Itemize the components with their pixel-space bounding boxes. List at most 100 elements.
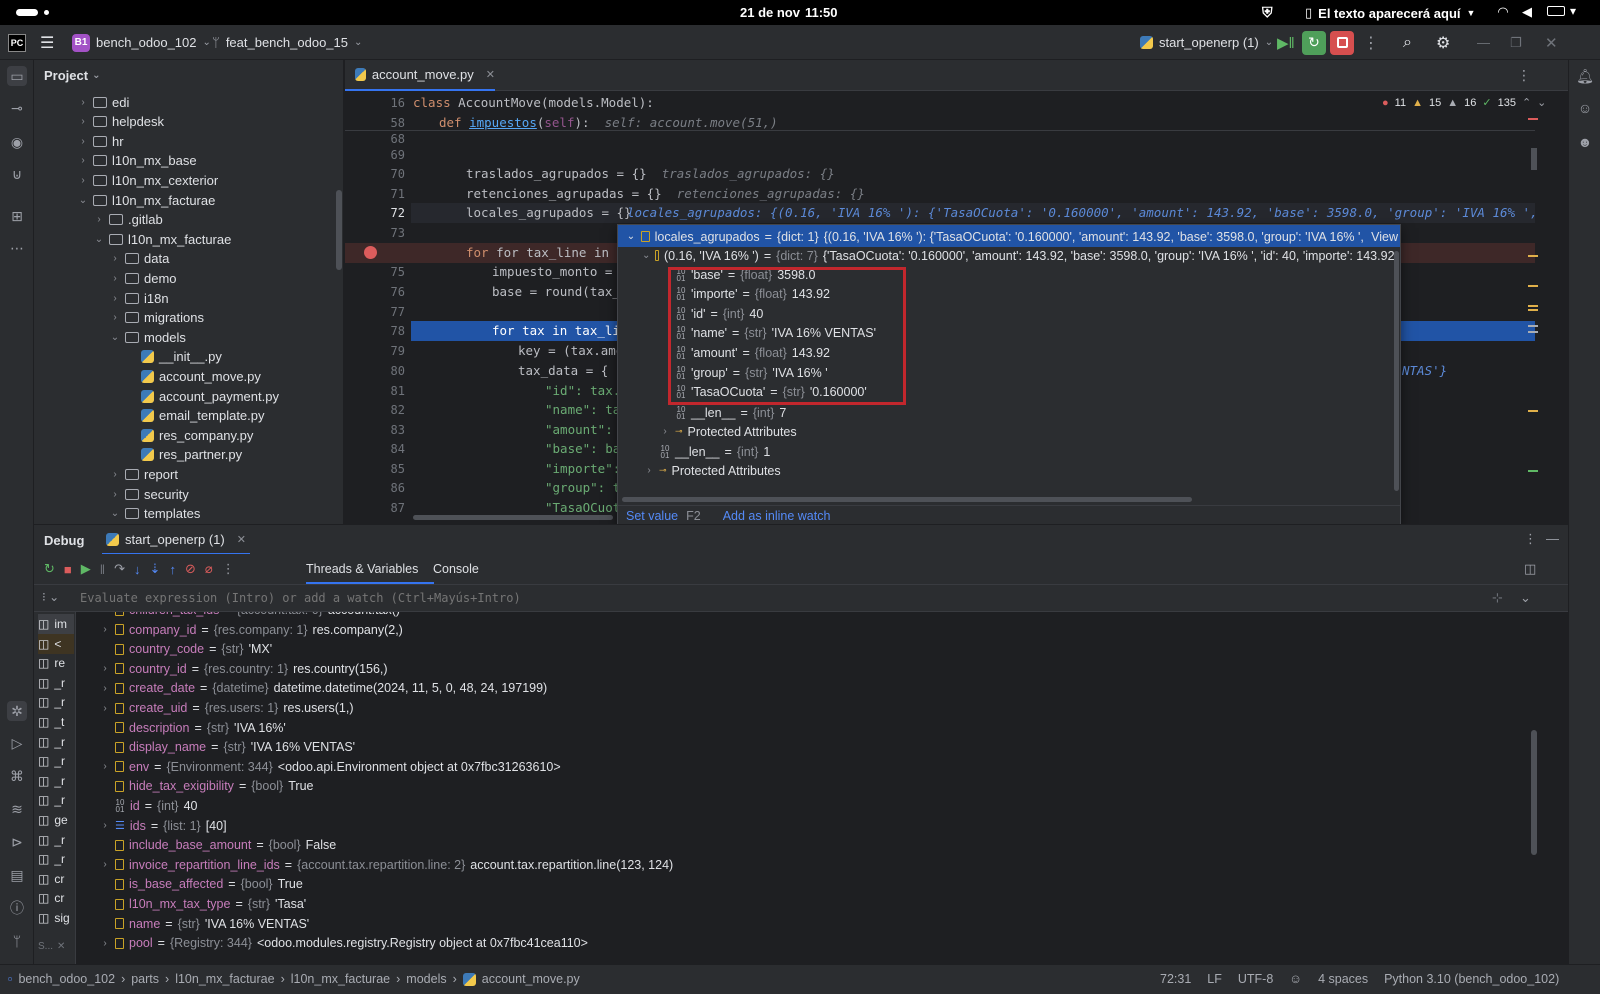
code-line-71[interactable]: retenciones_agrupadas = {} retenciones_a… xyxy=(466,186,865,201)
tree-item[interactable]: ⌄ models xyxy=(110,327,186,347)
add-watch-icon[interactable]: ⊹ xyxy=(1492,590,1503,606)
line-separator[interactable]: LF xyxy=(1207,972,1222,986)
tree-item[interactable]: › .gitlab xyxy=(94,210,162,230)
app-logo[interactable]: PC xyxy=(8,25,26,60)
stack-frame[interactable]: ◫ _r xyxy=(38,732,74,752)
project-switcher[interactable]: B1 bench_odoo_102 ⌄ xyxy=(72,25,211,60)
code-line-76[interactable]: base = round(tax_li xyxy=(492,284,635,299)
step-into-my-code-icon[interactable]: ⇣ xyxy=(150,561,161,577)
variable-row[interactable]: › create_date = {datetime} datetime.datetime… xyxy=(100,678,547,698)
activities-indicator[interactable] xyxy=(16,9,38,16)
stop-icon[interactable]: ■ xyxy=(64,562,72,577)
project-folder-icon[interactable]: ▭ xyxy=(7,66,27,86)
code-line-70[interactable]: traslados_agrupados = {} traslados_agrup… xyxy=(466,166,835,181)
clock[interactable]: 21 de nov 11:50 xyxy=(740,5,838,20)
stack-frame[interactable]: ◫ _r xyxy=(38,771,74,791)
editor-tab-account-move[interactable]: account_move.py ✕ xyxy=(345,60,495,91)
mute-breakpoints-icon[interactable]: ⌀ xyxy=(205,561,213,577)
chevron-right-icon[interactable]: › xyxy=(78,116,88,127)
popup-root-row[interactable]: ⌄ locales_agrupados = {dict: 1} {(0.16, '… xyxy=(626,227,1398,246)
breadcrumb-item[interactable]: bench_odoo_102 xyxy=(18,972,115,986)
code-line-78[interactable]: for tax in tax_line xyxy=(492,323,635,338)
chevron-right-icon[interactable]: › xyxy=(110,469,120,480)
tree-item[interactable]: › i18n xyxy=(110,288,168,308)
layout-icon[interactable]: ◫ xyxy=(1524,561,1536,577)
copilot-chat-icon[interactable]: ☻ xyxy=(1575,132,1595,152)
chevron-right-icon[interactable]: › xyxy=(78,97,88,108)
project-panel-title[interactable]: Project ⌄ xyxy=(44,68,100,83)
stack-frame[interactable]: ◫ cr xyxy=(38,888,74,908)
chevron-right-icon[interactable]: › xyxy=(660,426,670,437)
chevron-right-icon[interactable]: › xyxy=(94,214,104,225)
popup-outer-len-row[interactable]: 10 01 __len__ = {int} 1 xyxy=(660,442,771,461)
warning-stripe-mark[interactable] xyxy=(1528,285,1538,287)
variable-row[interactable]: › pool = {Registry: 344} <odoo.modules.regis… xyxy=(100,933,588,953)
project-scrollbar[interactable] xyxy=(336,190,342,270)
chevron-right-icon[interactable]: › xyxy=(644,465,654,476)
branch-switcher[interactable]: ᛘ feat_bench_odoo_15 ⌄ xyxy=(212,25,362,60)
ok-stripe-mark[interactable] xyxy=(1528,470,1538,472)
tree-item[interactable]: res_company.py xyxy=(126,425,253,445)
breakpoint-icon[interactable] xyxy=(364,246,377,259)
tree-item[interactable]: › report xyxy=(110,464,178,484)
chevron-down-icon[interactable]: ⌄ xyxy=(110,332,120,343)
stack-frame[interactable]: ◫ _r xyxy=(38,673,74,693)
close-window-icon[interactable]: ✕ xyxy=(1545,25,1558,60)
breadcrumb-item[interactable]: parts xyxy=(131,972,159,986)
warning-stripe-mark[interactable] xyxy=(1528,305,1538,311)
code-line-83[interactable]: "amount": i xyxy=(545,422,628,437)
resume-icon[interactable]: ▶ xyxy=(81,561,91,577)
rerun-button[interactable]: ↻ xyxy=(1302,30,1326,55)
services-icon[interactable]: ⊳ xyxy=(7,832,27,852)
battery-icon[interactable] xyxy=(1547,6,1565,16)
caret-position[interactable]: 72:31 xyxy=(1160,972,1191,986)
chevron-right-icon[interactable]: › xyxy=(100,938,110,949)
stack-frame[interactable]: ◫ ge xyxy=(38,810,74,830)
add-inline-watch-link[interactable]: Add as inline watch xyxy=(723,509,831,523)
more-icon[interactable]: ⋮ xyxy=(222,561,235,577)
popup-key-row[interactable]: ⌄ (0.16, 'IVA 16% ') = {dict: 7} {'TasaOC… xyxy=(642,246,1398,265)
volume-icon[interactable]: ◀ xyxy=(1522,4,1532,20)
chevron-right-icon[interactable]: › xyxy=(100,761,110,772)
chevron-right-icon[interactable]: › xyxy=(78,155,88,166)
chevron-right-icon[interactable]: › xyxy=(110,293,120,304)
run-icon[interactable]: ▷ xyxy=(7,733,27,753)
python-interpreter[interactable]: Python 3.10 (bench_odoo_102) xyxy=(1384,972,1559,986)
stack-frame[interactable]: ◫ _r xyxy=(38,790,74,810)
stack-frame[interactable]: ◫ re xyxy=(38,653,74,673)
code-line-84[interactable]: "base": bas xyxy=(545,441,628,456)
settings-gear-icon[interactable]: ⚙ xyxy=(1436,25,1450,60)
pause-icon[interactable]: ‖ xyxy=(100,562,105,577)
code-line-81[interactable]: "id": tax.i xyxy=(545,383,628,398)
tab-actions-icon[interactable]: ⋮ xyxy=(1517,67,1531,84)
variable-row[interactable]: › create_uid = {res.users: 1} res.users(1,) xyxy=(100,698,353,718)
breadcrumb-item[interactable]: models xyxy=(406,972,446,986)
variable-row[interactable]: l10n_mx_tax_type = {str} 'Tasa' xyxy=(100,894,306,914)
notifications-bell-icon[interactable]: 🔔︎ xyxy=(1575,66,1595,86)
variables-scrollbar[interactable] xyxy=(1531,730,1537,855)
inline-value-hint[interactable]: locales_agrupados: {(0.16, 'IVA 16% '): … xyxy=(627,205,1535,220)
code-line-72[interactable]: locales_agrupados = {} xyxy=(466,205,632,220)
tree-item[interactable]: › migrations xyxy=(110,308,204,328)
frames-toggle-icon[interactable]: ⁝ ⌄ xyxy=(42,590,59,604)
more-tools-icon[interactable]: ⋯ xyxy=(7,238,27,258)
tree-item[interactable]: › hr xyxy=(78,131,123,151)
variable-row[interactable]: description = {str} 'IVA 16%' xyxy=(100,718,286,738)
tree-item[interactable]: › security xyxy=(110,484,188,504)
commit-icon[interactable]: ⊸ xyxy=(7,98,27,118)
python-packages-icon[interactable]: ⊍ xyxy=(7,164,27,184)
step-out-icon[interactable]: ↑ xyxy=(169,562,176,577)
popup-horizontal-scrollbar[interactable] xyxy=(622,497,1192,502)
code-line-75[interactable]: impuesto_monto = ro xyxy=(492,264,635,279)
tree-item[interactable]: res_partner.py xyxy=(126,445,242,465)
step-over-icon[interactable]: ↷ xyxy=(114,561,125,577)
chevron-right-icon[interactable]: › xyxy=(110,253,120,264)
code-line-87[interactable]: "TasaOCuota xyxy=(545,500,628,515)
variable-row[interactable]: hide_tax_exigibility = {bool} True xyxy=(100,776,313,796)
python-console-icon[interactable]: ⌘ xyxy=(7,766,27,786)
editor-vertical-scrollbar[interactable] xyxy=(1531,148,1537,170)
minimize-icon[interactable]: — xyxy=(1477,25,1490,60)
clipboard-indicator[interactable]: ▯ El texto aparecerá aquí ▼ xyxy=(1305,5,1475,21)
chevron-right-icon[interactable]: › xyxy=(110,312,120,323)
error-stripe-mark[interactable] xyxy=(1528,118,1538,120)
